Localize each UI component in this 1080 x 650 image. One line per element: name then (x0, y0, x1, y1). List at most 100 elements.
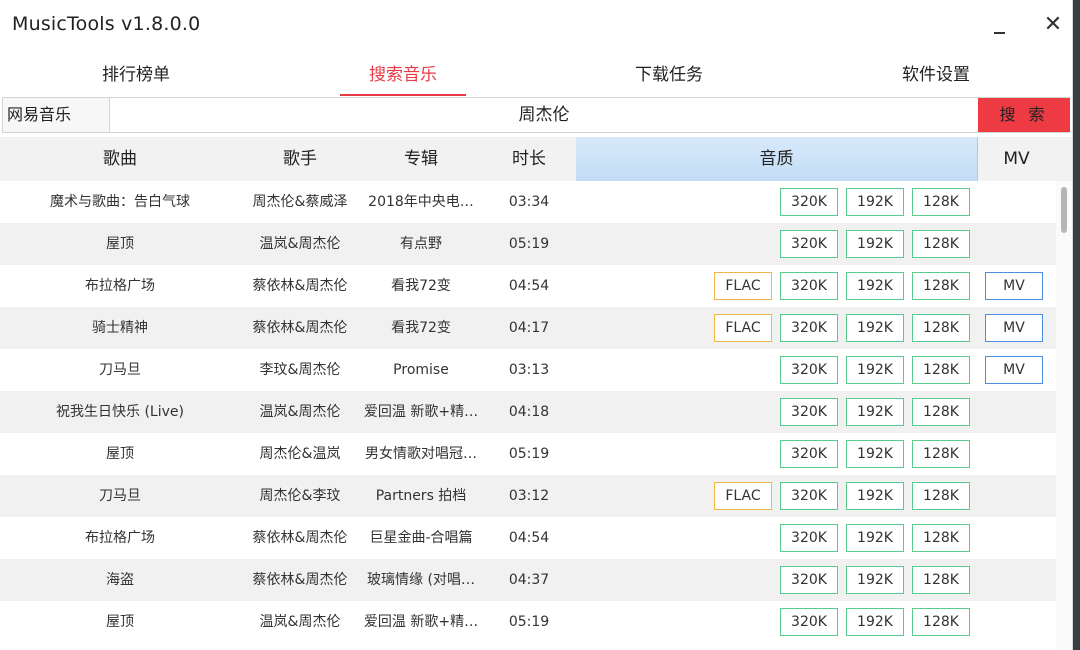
album-cell: 男女情歌对唱冠… (365, 446, 477, 462)
tab-download-tasks[interactable]: 下载任务 (606, 55, 732, 95)
app-window: MusicTools v1.8.0.0 ✕ 排行榜单 搜索音乐 下载任务 软件设… (0, 0, 1073, 650)
download-320k-button[interactable]: 320K (780, 398, 838, 426)
column-header-song: 歌曲 (103, 149, 137, 169)
download-192k-button[interactable]: 192K (846, 188, 904, 216)
download-320k-button[interactable]: 320K (780, 188, 838, 216)
search-bar: 网易音乐 周杰伦 搜 索 (2, 97, 1070, 133)
artist-cell: 周杰伦&温岚 (259, 446, 341, 462)
download-128k-button[interactable]: 128K (912, 398, 970, 426)
download-192k-button[interactable]: 192K (846, 314, 904, 342)
table-row[interactable]: 骑士精神 蔡依林&周杰伦 看我72变 04:17 FLAC 320K 192K 128K MV (0, 307, 1056, 349)
song-cell: 魔术与歌曲：告白气球 (50, 194, 190, 210)
download-320k-button[interactable]: 320K (780, 524, 838, 552)
download-192k-button[interactable]: 192K (846, 608, 904, 636)
column-header-album: 专辑 (404, 149, 438, 169)
download-128k-button[interactable]: 128K (912, 482, 970, 510)
song-cell: 海盗 (106, 572, 134, 588)
column-header-mv: MV (1003, 149, 1030, 169)
download-128k-button[interactable]: 128K (912, 440, 970, 468)
album-cell: 2018年中央电… (368, 194, 474, 210)
table-row[interactable]: 屋顶 周杰伦&温岚 男女情歌对唱冠… 05:19 320K 192K 128K (0, 433, 1056, 475)
tab-search-music[interactable]: 搜索音乐 (340, 55, 466, 96)
download-128k-button[interactable]: 128K (912, 566, 970, 594)
download-192k-button[interactable]: 192K (846, 566, 904, 594)
nav-tabs: 排行榜单 搜索音乐 下载任务 软件设置 (0, 55, 1072, 97)
duration-cell: 04:18 (508, 404, 550, 420)
table-row[interactable]: 布拉格广场 蔡依林&周杰伦 看我72变 04:54 FLAC 320K 192K 128K MV (0, 265, 1056, 307)
mv-button[interactable]: MV (985, 314, 1043, 342)
download-320k-button[interactable]: 320K (780, 356, 838, 384)
download-128k-button[interactable]: 128K (912, 524, 970, 552)
download-128k-button[interactable]: 128K (912, 230, 970, 258)
album-cell: 爱回温 新歌+精… (363, 404, 479, 420)
flac-download-button[interactable]: FLAC (714, 482, 772, 510)
album-cell: 看我72变 (391, 320, 451, 336)
table-row[interactable]: 祝我生日快乐 (Live) 温岚&周杰伦 爱回温 新歌+精… 04:18 320K 192… (0, 391, 1056, 433)
search-input[interactable]: 周杰伦 (111, 98, 977, 132)
album-cell: 巨星金曲-合唱篇 (369, 530, 473, 546)
download-128k-button[interactable]: 128K (912, 608, 970, 636)
scrollbar-thumb[interactable] (1061, 187, 1067, 233)
download-128k-button[interactable]: 128K (912, 356, 970, 384)
download-320k-button[interactable]: 320K (780, 314, 838, 342)
mv-button[interactable]: MV (985, 272, 1043, 300)
song-cell: 屋顶 (106, 614, 134, 630)
album-cell: Promise (393, 362, 449, 378)
table-row[interactable]: 魔术与歌曲：告白气球 周杰伦&蔡威泽 2018年中央电… 03:34 320K 192K 1… (0, 181, 1056, 223)
download-320k-button[interactable]: 320K (780, 440, 838, 468)
download-128k-button[interactable]: 128K (912, 272, 970, 300)
album-cell: 玻璃情缘 (对唱… (367, 572, 475, 588)
close-icon[interactable]: ✕ (1038, 12, 1068, 40)
download-192k-button[interactable]: 192K (846, 524, 904, 552)
artist-cell: 蔡依林&周杰伦 (252, 278, 348, 294)
duration-cell: 05:19 (508, 446, 550, 462)
duration-cell: 04:54 (508, 278, 550, 294)
column-header-quality: 音质 (576, 137, 978, 181)
album-cell: Partners 拍档 (375, 488, 467, 504)
download-192k-button[interactable]: 192K (846, 440, 904, 468)
artist-cell: 温岚&周杰伦 (259, 614, 341, 630)
column-header-duration: 时长 (512, 149, 546, 169)
artist-cell: 蔡依林&周杰伦 (252, 572, 348, 588)
table-header: 歌曲 歌手 专辑 时长 音质 MV (0, 137, 1072, 181)
download-320k-button[interactable]: 320K (780, 608, 838, 636)
scrollbar[interactable] (1056, 181, 1072, 650)
mv-button[interactable]: MV (985, 356, 1043, 384)
table-row[interactable]: 屋顶 温岚&周杰伦 有点野 05:19 320K 192K 128K (0, 223, 1056, 265)
download-192k-button[interactable]: 192K (846, 398, 904, 426)
artist-cell: 周杰伦&李玟 (259, 488, 341, 504)
duration-cell: 03:34 (508, 194, 550, 210)
title-bar[interactable]: MusicTools v1.8.0.0 ✕ (0, 0, 1072, 50)
table-row[interactable]: 布拉格广场 蔡依林&周杰伦 巨星金曲-合唱篇 04:54 320K 192K 128K (0, 517, 1056, 559)
tab-charts[interactable]: 排行榜单 (73, 55, 199, 95)
table-row[interactable]: 刀马旦 李玟&周杰伦 Promise 03:13 320K 192K 128K MV (0, 349, 1056, 391)
download-320k-button[interactable]: 320K (780, 566, 838, 594)
download-320k-button[interactable]: 320K (780, 272, 838, 300)
download-320k-button[interactable]: 320K (780, 482, 838, 510)
download-128k-button[interactable]: 128K (912, 314, 970, 342)
table-row[interactable]: 屋顶 温岚&周杰伦 爱回温 新歌+精… 05:19 320K 192K 128K (0, 601, 1056, 643)
minimize-icon[interactable] (984, 12, 1014, 40)
song-cell: 布拉格广场 (85, 278, 155, 294)
download-128k-button[interactable]: 128K (912, 188, 970, 216)
app-title: MusicTools v1.8.0.0 (12, 13, 201, 35)
table-row[interactable]: 海盗 蔡依林&周杰伦 玻璃情缘 (对唱… 04:37 320K 192K 128K (0, 559, 1056, 601)
album-cell: 有点野 (400, 236, 442, 252)
download-320k-button[interactable]: 320K (780, 230, 838, 258)
table-row[interactable]: 刀马旦 周杰伦&李玟 Partners 拍档 03:12 FLAC 320K 192K 128… (0, 475, 1056, 517)
source-select[interactable]: 网易音乐 (3, 98, 110, 132)
download-192k-button[interactable]: 192K (846, 272, 904, 300)
duration-cell: 03:13 (508, 362, 550, 378)
artist-cell: 蔡依林&周杰伦 (252, 320, 348, 336)
album-cell: 看我72变 (391, 278, 451, 294)
download-192k-button[interactable]: 192K (846, 230, 904, 258)
tab-settings[interactable]: 软件设置 (873, 55, 999, 95)
duration-cell: 04:54 (508, 530, 550, 546)
song-cell: 布拉格广场 (85, 530, 155, 546)
song-cell: 屋顶 (106, 236, 134, 252)
download-192k-button[interactable]: 192K (846, 356, 904, 384)
search-button[interactable]: 搜 索 (978, 98, 1070, 132)
download-192k-button[interactable]: 192K (846, 482, 904, 510)
flac-download-button[interactable]: FLAC (714, 314, 772, 342)
flac-download-button[interactable]: FLAC (714, 272, 772, 300)
